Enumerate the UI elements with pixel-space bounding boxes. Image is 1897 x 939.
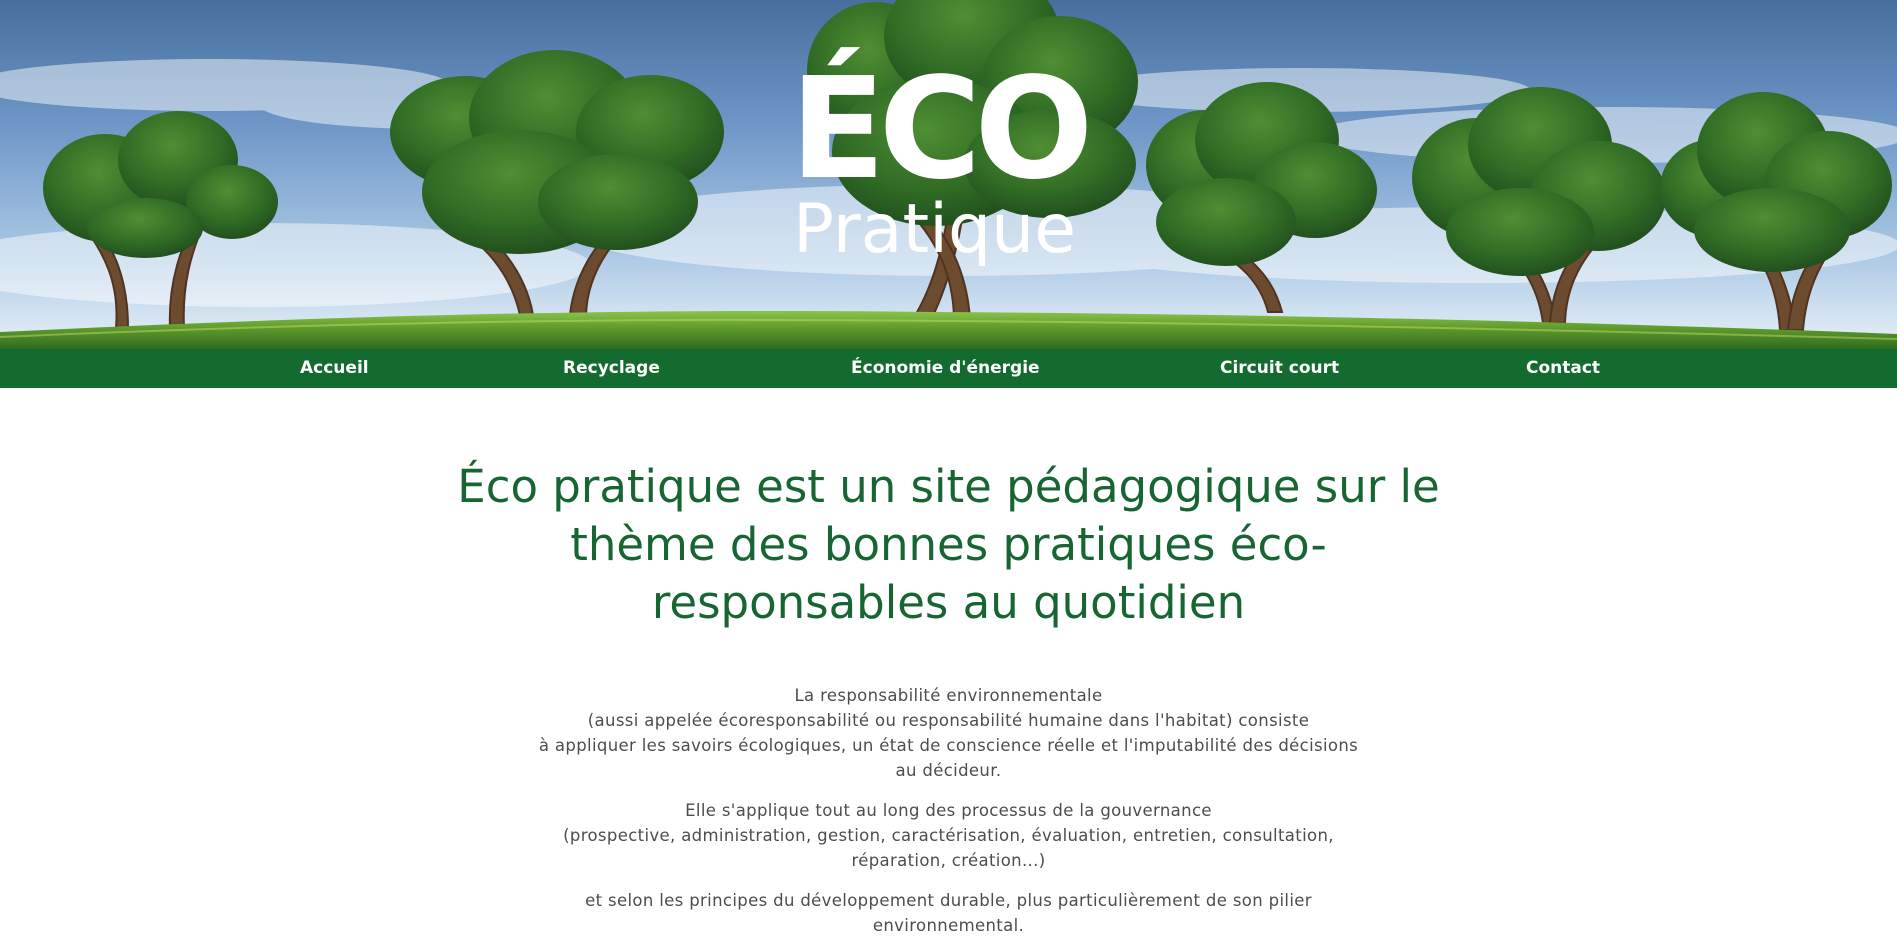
main-navigation: Accueil Recyclage Économie d'énergie Cir… [0,349,1897,388]
nav-link-circuit-court[interactable]: Circuit court [1220,349,1339,388]
paragraph-line: au décideur. [895,761,1002,780]
intro-paragraph-sustainable-development: et selon les principes du développement … [470,888,1427,938]
paragraph-line: et selon les principes du développement … [585,891,1312,910]
eco-pratique-logo[interactable]: ÉCO Pratique [790,60,1110,280]
intro-paragraph-governance: Elle s'applique tout au long des process… [470,798,1427,873]
page-title-line: responsables au quotidien [651,576,1246,629]
hero-header: ÉCO Pratique [0,0,1897,349]
logo-pratique-text: Pratique [793,190,1077,269]
intro-paragraph-environmental-responsibility: La responsabilité environnementale (auss… [470,683,1427,783]
nav-link-economie-energie[interactable]: Économie d'énergie [851,349,1040,388]
eco-pratique-page: ÉCO Pratique Accueil Recyclage Économie … [0,0,1897,939]
page-title-line: Éco pratique est un site pédagogique sur… [457,460,1440,513]
nav-link-recyclage[interactable]: Recyclage [563,349,660,388]
page-title-line: thème des bonnes pratiques éco- [570,518,1327,571]
paragraph-line: La responsabilité environnementale [794,686,1103,705]
introduction-text: La responsabilité environnementale (auss… [470,683,1427,939]
page-title: Éco pratique est un site pédagogique sur… [370,458,1527,632]
nav-link-contact[interactable]: Contact [1526,349,1600,388]
paragraph-line: environnemental. [872,916,1025,935]
paragraph-line: (aussi appelée écoresponsabilité ou resp… [587,711,1310,730]
nav-link-accueil[interactable]: Accueil [300,349,369,388]
paragraph-line: (prospective, administration, gestion, c… [563,826,1334,845]
paragraph-line: à appliquer les savoirs écologiques, un … [538,736,1359,755]
logo-eco-text: ÉCO [790,48,1093,211]
paragraph-line: réparation, création...) [851,851,1046,870]
paragraph-line: Elle s'applique tout au long des process… [685,801,1212,820]
main-content: Éco pratique est un site pédagogique sur… [0,388,1897,939]
